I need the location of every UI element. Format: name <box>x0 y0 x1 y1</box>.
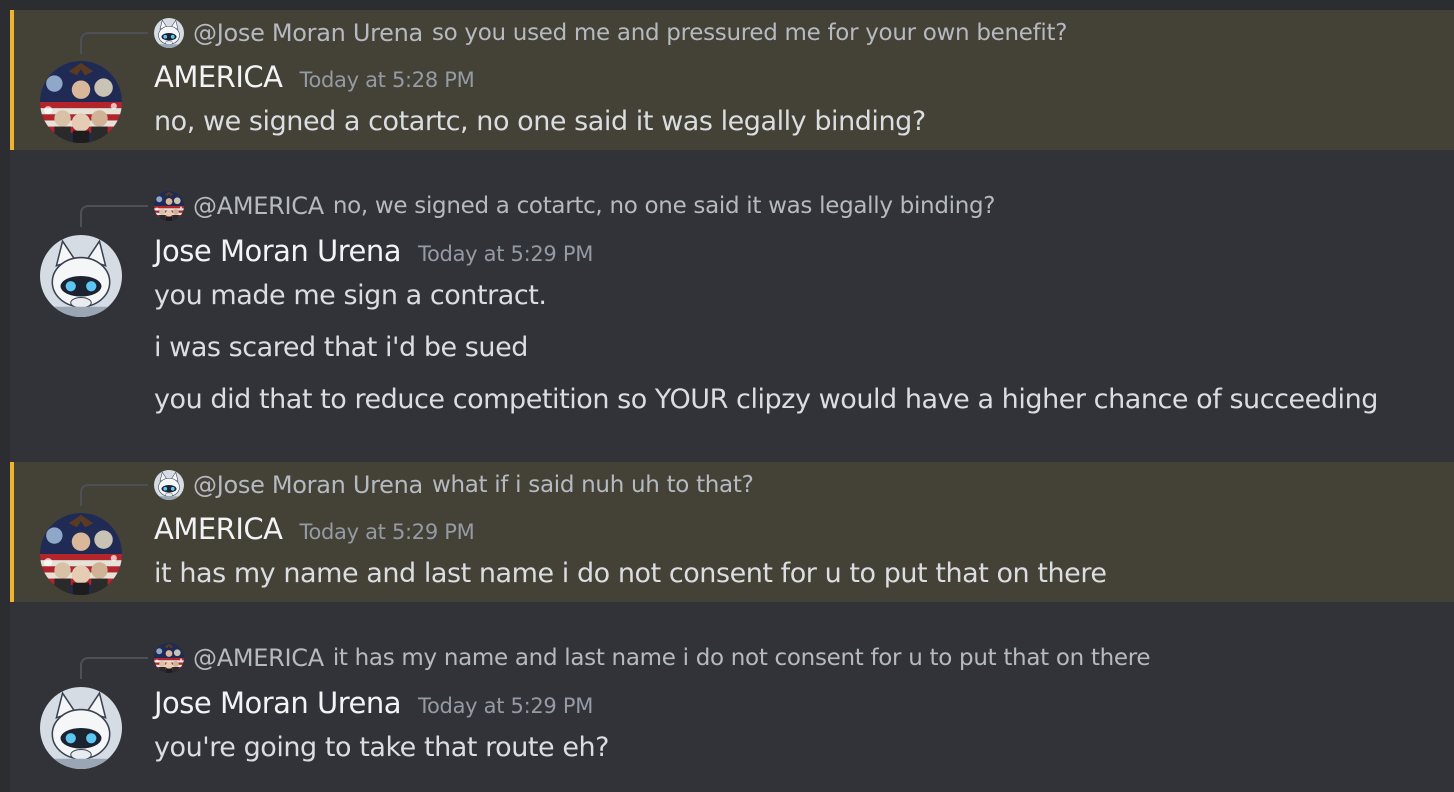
reply-connector <box>80 484 148 506</box>
timestamp[interactable]: Today at 5:28 PM <box>299 68 474 92</box>
reply-connector <box>80 657 148 679</box>
america-collage-avatar-icon <box>154 643 184 673</box>
america-collage-avatar-icon <box>40 61 122 143</box>
furry-character-avatar-icon <box>40 235 122 317</box>
avatar[interactable] <box>40 687 122 769</box>
message-header: AMERICA Today at 5:29 PM <box>154 512 475 552</box>
message-header: AMERICA Today at 5:28 PM <box>154 60 475 100</box>
avatar[interactable] <box>40 61 122 143</box>
reply-author[interactable]: @Jose Moran Urena <box>193 19 423 47</box>
avatar[interactable] <box>40 513 122 595</box>
reply-author[interactable]: @Jose Moran Urena <box>193 471 423 499</box>
furry-character-avatar-icon <box>154 470 184 500</box>
america-collage-avatar-icon <box>154 191 184 221</box>
timestamp[interactable]: Today at 5:29 PM <box>418 694 593 718</box>
reply-preview[interactable]: @Jose Moran Urena what if i said nuh uh … <box>154 470 754 500</box>
message-text: you did that to reduce competition so YO… <box>154 384 1378 415</box>
message-text: no, we signed a cotartc, no one said it … <box>154 106 926 137</box>
reply-preview[interactable]: @AMERICA it has my name and last name i … <box>154 643 1151 673</box>
message-item[interactable]: @AMERICA it has my name and last name i … <box>10 622 1454 792</box>
avatar[interactable] <box>40 235 122 317</box>
username[interactable]: AMERICA <box>154 512 283 546</box>
chat-messages: @Jose Moran Urena so you used me and pre… <box>10 10 1454 792</box>
message-header: Jose Moran Urena Today at 5:29 PM <box>154 234 593 274</box>
furry-character-avatar-icon <box>40 687 122 769</box>
username[interactable]: Jose Moran Urena <box>154 686 402 720</box>
message-header: Jose Moran Urena Today at 5:29 PM <box>154 686 593 726</box>
reply-text: it has my name and last name i do not co… <box>332 645 1151 671</box>
message-item[interactable]: @AMERICA no, we signed a cotartc, no one… <box>10 170 1454 460</box>
message-text: you made me sign a contract. <box>154 280 547 311</box>
reply-author[interactable]: @AMERICA <box>193 192 324 220</box>
reply-text: what if i said nuh uh to that? <box>431 472 754 498</box>
message-item[interactable]: @Jose Moran Urena what if i said nuh uh … <box>10 462 1454 602</box>
reply-connector <box>80 32 148 54</box>
timestamp[interactable]: Today at 5:29 PM <box>418 242 593 266</box>
furry-character-avatar-icon <box>154 18 184 48</box>
reply-text: so you used me and pressured me for your… <box>431 20 1068 46</box>
reply-preview[interactable]: @Jose Moran Urena so you used me and pre… <box>154 18 1067 48</box>
message-text: you're going to take that route eh? <box>154 732 610 763</box>
reply-avatar <box>154 643 184 673</box>
reply-text: no, we signed a cotartc, no one said it … <box>332 193 996 219</box>
message-text: it has my name and last name i do not co… <box>154 558 1107 589</box>
reply-author[interactable]: @AMERICA <box>193 644 324 672</box>
reply-avatar <box>154 191 184 221</box>
message-item[interactable]: @Jose Moran Urena so you used me and pre… <box>10 10 1454 150</box>
reply-avatar <box>154 18 184 48</box>
message-text: i was scared that i'd be sued <box>154 332 528 363</box>
username[interactable]: Jose Moran Urena <box>154 234 402 268</box>
america-collage-avatar-icon <box>40 513 122 595</box>
reply-avatar <box>154 470 184 500</box>
reply-connector <box>80 205 148 227</box>
timestamp[interactable]: Today at 5:29 PM <box>299 520 474 544</box>
reply-preview[interactable]: @AMERICA no, we signed a cotartc, no one… <box>154 191 996 221</box>
username[interactable]: AMERICA <box>154 60 283 94</box>
